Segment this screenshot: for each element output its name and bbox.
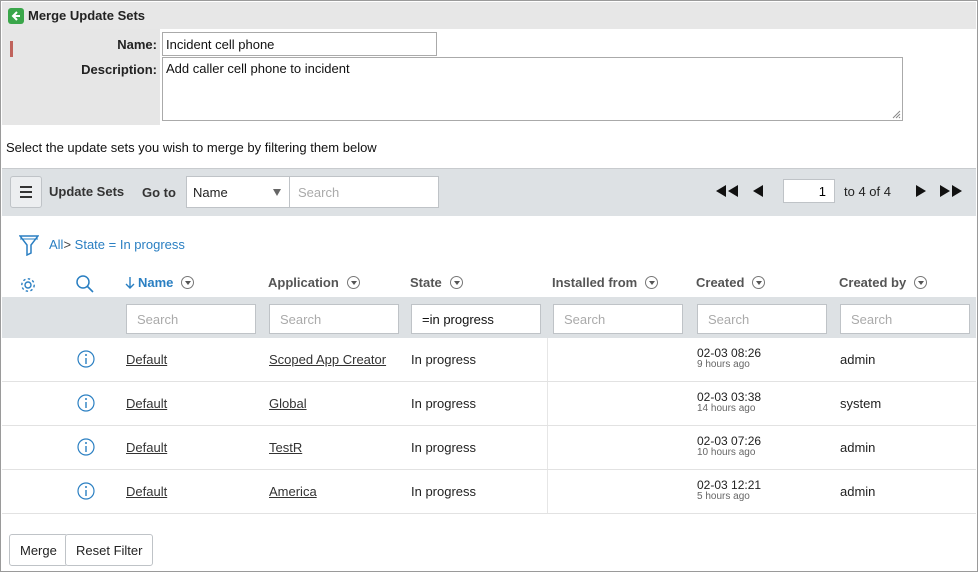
row-name-link[interactable]: Default	[126, 440, 167, 455]
goto-search-input[interactable]	[289, 176, 439, 208]
chevron-down-icon	[273, 189, 281, 196]
row-name-link[interactable]: Default	[126, 484, 167, 499]
column-menu-icon[interactable]	[645, 276, 659, 289]
column-header-label: State	[410, 275, 442, 290]
breadcrumb-separator: >	[63, 237, 72, 252]
info-icon[interactable]	[77, 394, 95, 412]
instructions-text: Select the update sets you wish to merge…	[6, 140, 377, 155]
row-created-by: system	[840, 396, 882, 411]
goto-label: Go to	[142, 185, 176, 200]
table-row: Default TestR In progress 02-03 07:26 10 …	[2, 426, 976, 470]
column-header-label: Application	[268, 275, 339, 290]
column-menu-icon[interactable]	[449, 276, 463, 289]
row-created: 02-03 03:38 14 hours ago	[697, 390, 761, 414]
gear-icon[interactable]	[19, 276, 37, 294]
description-field[interactable]: Add caller cell phone to incident	[162, 57, 903, 121]
row-application-link[interactable]: Scoped App Creator	[269, 352, 386, 367]
list-title: Update Sets	[49, 184, 125, 199]
row-created-by: admin	[840, 352, 876, 367]
name-column-search[interactable]	[126, 304, 256, 334]
column-header-label: Installed from	[552, 275, 638, 290]
title-bar: Merge Update Sets	[2, 2, 976, 29]
info-icon[interactable]	[77, 438, 95, 456]
breadcrumb: All> State = In progress	[49, 237, 185, 252]
column-header-installed-from[interactable]: Installed from	[552, 275, 659, 290]
installed-from-column-search[interactable]	[553, 304, 683, 334]
row-created-relative: 5 hours ago	[697, 491, 750, 502]
column-menu-icon[interactable]	[914, 276, 928, 289]
search-icon[interactable]	[75, 274, 95, 294]
name-label: Name:	[117, 37, 157, 52]
column-header-application[interactable]: Application	[268, 275, 360, 290]
page-count-text: to 4 of 4	[844, 184, 891, 199]
row-created-date: 02-03 03:38	[697, 390, 762, 404]
created-by-column-search[interactable]	[840, 304, 970, 334]
row-state: In progress	[411, 440, 477, 455]
previous-page-icon[interactable]	[751, 184, 765, 198]
list-toolbar: Update Sets Go to Name to 4 of 4	[2, 168, 976, 216]
row-created-by: admin	[840, 440, 876, 455]
table-row: Default Scoped App Creator In progress 0…	[2, 338, 976, 382]
row-created-date: 02-03 12:21	[697, 478, 762, 492]
back-arrow-icon[interactable]	[8, 7, 24, 24]
column-header-state[interactable]: State	[410, 275, 463, 290]
column-header-name[interactable]: Name	[125, 275, 195, 290]
description-label: Description:	[81, 62, 157, 77]
created-column-search[interactable]	[697, 304, 827, 334]
hamburger-menu-icon[interactable]	[10, 176, 42, 208]
column-header-label: Created	[696, 275, 745, 290]
row-state: In progress	[411, 396, 477, 411]
info-icon[interactable]	[77, 350, 95, 368]
info-icon[interactable]	[77, 482, 95, 500]
first-page-icon[interactable]	[715, 184, 739, 198]
breadcrumb-all[interactable]: All	[49, 237, 63, 252]
row-state: In progress	[411, 352, 477, 367]
row-created: 02-03 07:26 10 hours ago	[697, 434, 761, 458]
row-application-link[interactable]: America	[269, 484, 317, 499]
next-page-icon[interactable]	[914, 184, 928, 198]
row-created-relative: 14 hours ago	[697, 403, 756, 414]
column-header-label: Name	[138, 275, 174, 290]
column-header-label: Created by	[839, 275, 907, 290]
row-created-by: admin	[840, 484, 876, 499]
column-header-created[interactable]: Created	[696, 275, 766, 290]
window-frame: Merge Update Sets Name: Description: Add…	[0, 0, 978, 572]
table-row: Default Global In progress 02-03 03:38 14…	[2, 382, 976, 426]
row-created: 02-03 12:21 5 hours ago	[697, 478, 761, 502]
row-created-date: 02-03 08:26	[697, 346, 762, 360]
resize-grip-icon[interactable]	[891, 109, 901, 119]
state-column-search[interactable]	[411, 304, 541, 334]
filter-funnel-icon[interactable]	[19, 234, 39, 256]
row-application-link[interactable]: Global	[269, 396, 307, 411]
row-created-relative: 10 hours ago	[697, 447, 756, 458]
column-menu-icon[interactable]	[346, 276, 360, 289]
column-header-created-by[interactable]: Created by	[839, 275, 928, 290]
page-number-input[interactable]	[783, 179, 835, 203]
merge-button[interactable]: Merge	[9, 534, 68, 566]
goto-field-select[interactable]: Name	[186, 176, 290, 208]
name-field[interactable]	[162, 32, 437, 56]
column-filter-row	[2, 297, 976, 338]
page-title: Merge Update Sets	[28, 8, 146, 23]
application-column-search[interactable]	[269, 304, 399, 334]
column-menu-icon[interactable]	[181, 276, 195, 289]
row-state: In progress	[411, 484, 477, 499]
row-name-link[interactable]: Default	[126, 352, 167, 367]
row-created-date: 02-03 07:26	[697, 434, 762, 448]
reset-filter-button[interactable]: Reset Filter	[65, 534, 154, 566]
row-application-link[interactable]: TestR	[269, 440, 302, 455]
row-created: 02-03 08:26 9 hours ago	[697, 346, 761, 370]
goto-field-value: Name	[193, 185, 228, 200]
table-row: Default America In progress 02-03 12:21 5…	[2, 470, 976, 514]
row-name-link[interactable]: Default	[126, 396, 167, 411]
sort-descending-icon	[125, 276, 135, 289]
row-created-relative: 9 hours ago	[697, 359, 750, 370]
column-menu-icon[interactable]	[752, 276, 766, 289]
last-page-icon[interactable]	[939, 184, 963, 198]
breadcrumb-condition[interactable]: State = In progress	[75, 237, 185, 252]
